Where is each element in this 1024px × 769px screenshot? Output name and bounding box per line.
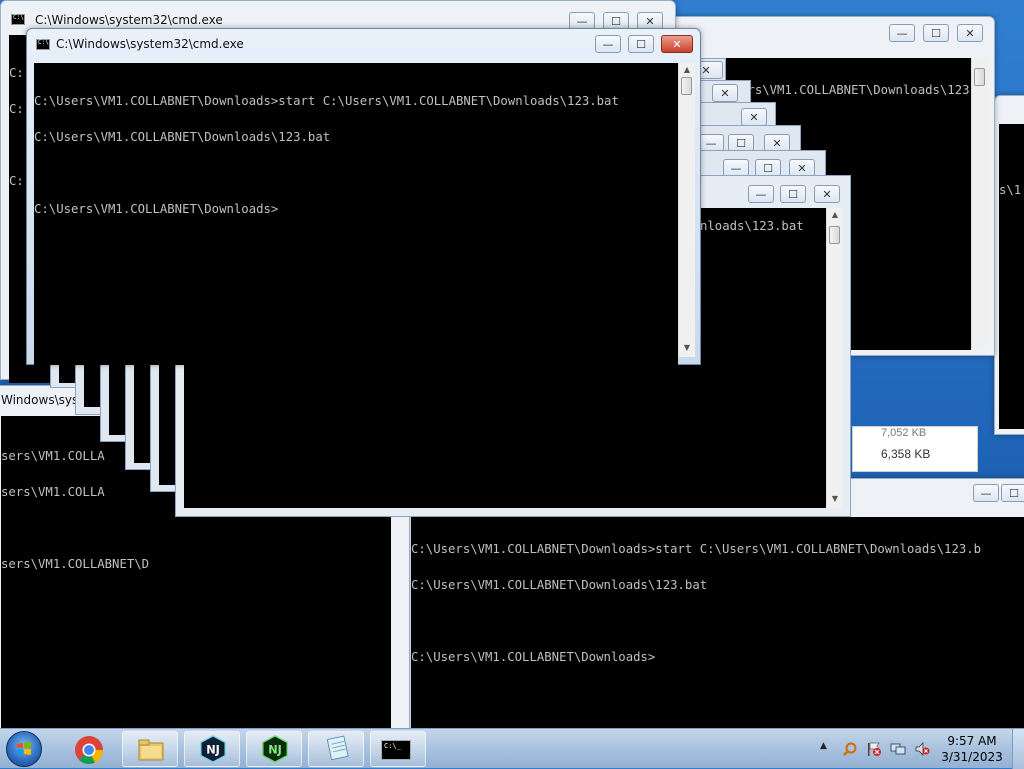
svg-text:NJ: NJ xyxy=(206,744,220,757)
minimize-button[interactable]: — xyxy=(889,24,915,42)
cmd-window-bottom-right[interactable]: — ☐ C:\Users\VM1.COLLABNET\Downloads>sta… xyxy=(404,478,1024,738)
vertical-scrollbar[interactable] xyxy=(971,58,988,348)
taskbar-file-explorer[interactable] xyxy=(122,731,178,767)
close-button[interactable]: ✕ xyxy=(661,35,693,53)
maximize-button[interactable]: ☐ xyxy=(923,24,949,42)
cmd-icon: C:\_ xyxy=(381,740,411,760)
folder-icon xyxy=(138,739,164,761)
svg-text:NJ: NJ xyxy=(268,744,282,757)
maximize-button[interactable]: ☐ xyxy=(1001,484,1024,502)
scroll-up-arrow[interactable]: ▲ xyxy=(679,65,695,77)
scrollbar-thumb[interactable] xyxy=(974,68,985,86)
scrollbar-thumb[interactable] xyxy=(829,226,840,244)
cmd-app-icon xyxy=(11,14,25,25)
window-title: C:\Windows\system32\cmd.exe xyxy=(56,37,244,51)
taskbar-cmd[interactable]: C:\_ xyxy=(370,731,426,767)
scrollbar-thumb[interactable] xyxy=(681,77,692,95)
scroll-down-arrow[interactable]: ▼ xyxy=(827,494,843,506)
volume-muted-icon[interactable] xyxy=(914,741,930,757)
file-size-cell: 7,052 KB xyxy=(881,427,927,439)
minimize-button[interactable]: — xyxy=(748,185,774,203)
chrome-icon xyxy=(75,736,104,765)
console-line: sers\VM1.COLLABNET\D xyxy=(1,557,150,571)
file-size-cell: 6,358 KB xyxy=(881,447,931,461)
console-output: C:\Users\VM1.COLLABNET\Downloads>start C… xyxy=(411,517,1024,731)
show-desktop-button[interactable] xyxy=(1012,729,1024,769)
taskbar-nj-app-2[interactable]: NJ xyxy=(246,731,302,767)
close-button[interactable]: ✕ xyxy=(741,108,767,126)
system-clock[interactable]: 9:57 AM 3/31/2023 xyxy=(936,733,1008,765)
close-button[interactable]: ✕ xyxy=(957,24,983,42)
maximize-button[interactable]: ☐ xyxy=(780,185,806,203)
console-output: C:\Users\VM1.COLLABNET\Downloads>start C… xyxy=(34,63,678,365)
action-center-flag-icon[interactable] xyxy=(866,741,882,757)
minimize-button[interactable]: — xyxy=(595,35,621,53)
notepad-icon xyxy=(326,735,349,761)
clock-time: 9:57 AM xyxy=(947,734,997,748)
console-output: s\1 xyxy=(999,124,1024,429)
show-hidden-icons-button[interactable]: ▲ xyxy=(820,741,827,751)
file-list-fragment: 7,052 KB 6,358 KB xyxy=(852,426,978,472)
taskbar-notepad[interactable] xyxy=(308,731,364,767)
close-button[interactable]: ✕ xyxy=(814,185,840,203)
cmd-window-active[interactable]: C:\Windows\system32\cmd.exe — ☐ ✕ C:\Use… xyxy=(26,28,701,365)
console-line: s\1 xyxy=(999,183,1022,197)
window-title: C:\Windows\system32\cmd.exe xyxy=(35,13,223,27)
console-line: C:\Users\VM1.COLLABNET\Downloads>start C… xyxy=(34,94,619,108)
taskbar-chrome[interactable] xyxy=(60,731,116,767)
search-magnifier-icon[interactable] xyxy=(842,741,858,757)
clock-date: 3/31/2023 xyxy=(941,750,1003,764)
vertical-scrollbar[interactable]: ▲ ▼ xyxy=(826,208,843,508)
console-line: C:\Users\VM1.COLLABNET\Downloads\123.bat xyxy=(411,578,708,592)
console-line: C:\Users\VM1.COLLABNET\Downloads\123.bat xyxy=(34,130,331,144)
console-line: nloads\123.bat xyxy=(700,220,830,234)
taskbar: NJ NJ C:\_ ▲ 9:57 AM 3/31/2023 xyxy=(0,728,1024,769)
taskbar-nj-app-1[interactable]: NJ xyxy=(184,731,240,767)
console-line: C:\Users\VM1.COLLABNET\Downloads> xyxy=(411,650,656,664)
console-line: C:\Users\VM1.COLLABNET\Downloads> xyxy=(34,202,279,216)
scroll-down-arrow[interactable]: ▼ xyxy=(679,343,695,355)
maximize-button[interactable]: ☐ xyxy=(628,35,654,53)
minimize-button[interactable]: — xyxy=(973,484,999,502)
vertical-scrollbar[interactable]: ▲ ▼ xyxy=(678,63,695,357)
scroll-up-arrow[interactable]: ▲ xyxy=(827,210,843,222)
nj-hexagon-icon: NJ xyxy=(200,735,226,763)
nj-hexagon-icon: NJ xyxy=(262,735,288,763)
close-button[interactable]: ✕ xyxy=(712,84,738,102)
console-line: C:\Users\VM1.COLLABNET\Downloads>start C… xyxy=(411,542,982,556)
windows-logo-icon xyxy=(17,742,31,755)
cmd-app-icon xyxy=(36,39,50,50)
cmd-window-right-edge[interactable]: s\1 xyxy=(994,95,1024,435)
start-button[interactable] xyxy=(6,731,42,767)
network-icon[interactable] xyxy=(890,741,906,757)
